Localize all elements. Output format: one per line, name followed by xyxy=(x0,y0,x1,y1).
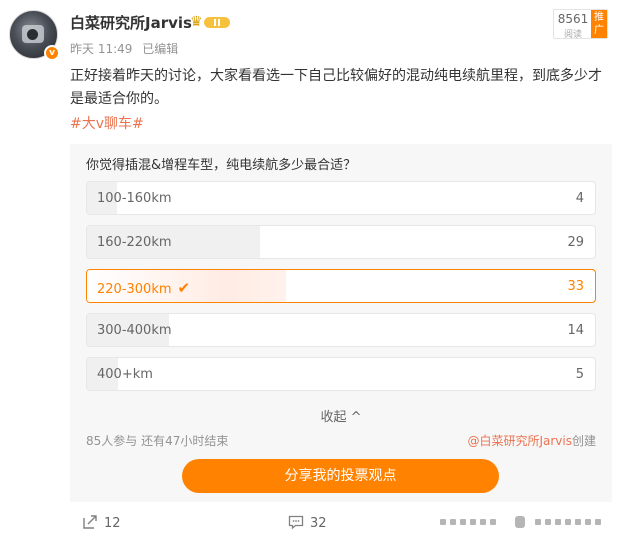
poll-option-220-300km[interactable]: 220-300km ✔ 33 xyxy=(86,269,596,303)
poll-option-160-220km[interactable]: 160-220km 29 xyxy=(86,225,596,259)
poll-option-300-400km[interactable]: 300-400km 14 xyxy=(86,313,596,347)
comment-icon xyxy=(288,515,304,530)
poll-option-label: 300-400km xyxy=(97,323,172,338)
poll-option-400plus-km[interactable]: 400+km 5 xyxy=(86,357,596,391)
poll-question: 你觉得插混&增程车型，纯电续航多少最合适？ xyxy=(86,158,357,173)
promote-button[interactable]: 推广 xyxy=(591,10,607,38)
poll-option-count: 14 xyxy=(567,323,584,338)
poll-option-count: 5 xyxy=(575,367,584,382)
member-crown-icon[interactable]: ♛ xyxy=(190,14,230,30)
member-level-badge xyxy=(204,17,230,28)
like-button[interactable] xyxy=(440,514,616,531)
collapse-button[interactable]: 收起 ^ xyxy=(70,406,612,425)
poll-creator: @白菜研究所Jarvis创建 xyxy=(467,432,596,449)
comment-count: 32 xyxy=(310,516,327,531)
poll-option-label: 160-220km xyxy=(97,235,172,250)
hashtag-link[interactable]: #大v聊车# xyxy=(70,113,144,133)
chevron-up-icon: ^ xyxy=(350,410,362,425)
author-name[interactable]: 白菜研究所Jarvis xyxy=(70,12,192,33)
poll-option-count: 29 xyxy=(567,235,584,250)
edited-label[interactable]: 已编辑 xyxy=(142,42,178,56)
poll-participants: 85人参与 还有47小时结束 xyxy=(86,434,229,448)
poll-option-count: 33 xyxy=(567,279,584,294)
view-count-box[interactable]: 8561 阅读 推广 xyxy=(553,9,608,40)
verified-badge-icon: v xyxy=(44,45,60,61)
poll-option-100-160km[interactable]: 100-160km 4 xyxy=(86,181,596,215)
poll-card: 你觉得插混&增程车型，纯电续航多少最合适？ 100-160km 4 160-22… xyxy=(70,144,612,502)
post-meta: 昨天 11:49 已编辑 xyxy=(70,40,184,57)
avatar-image-figure xyxy=(27,29,38,40)
forward-button[interactable]: 12 xyxy=(82,514,121,531)
forward-count: 12 xyxy=(104,516,121,531)
collapse-label: 收起 xyxy=(320,410,347,425)
view-count-label: 阅读 xyxy=(563,30,582,40)
share-vote-button[interactable]: 分享我的投票观点 xyxy=(182,459,499,493)
check-icon: ✔ xyxy=(177,279,191,297)
comment-button[interactable]: 32 xyxy=(288,514,327,531)
post-time[interactable]: 昨天 11:49 xyxy=(70,42,132,56)
poll-option-count: 4 xyxy=(575,191,584,206)
poll-option-label: 220-300km ✔ xyxy=(97,279,191,297)
poll-creator-link[interactable]: @白菜研究所Jarvis xyxy=(467,434,572,448)
poll-option-label: 100-160km xyxy=(97,191,172,206)
view-count: 8561 xyxy=(557,12,589,26)
poll-option-label: 400+km xyxy=(97,367,153,382)
forward-icon xyxy=(83,515,97,529)
like-icon xyxy=(440,516,601,528)
post-text: 正好接着昨天的讨论，大家看看选一下自己比较偏好的混动纯电续航里程，到底多少才是最… xyxy=(70,68,602,107)
poll-creator-suffix: 创建 xyxy=(571,434,596,448)
action-bar: 12 32 xyxy=(0,506,621,535)
